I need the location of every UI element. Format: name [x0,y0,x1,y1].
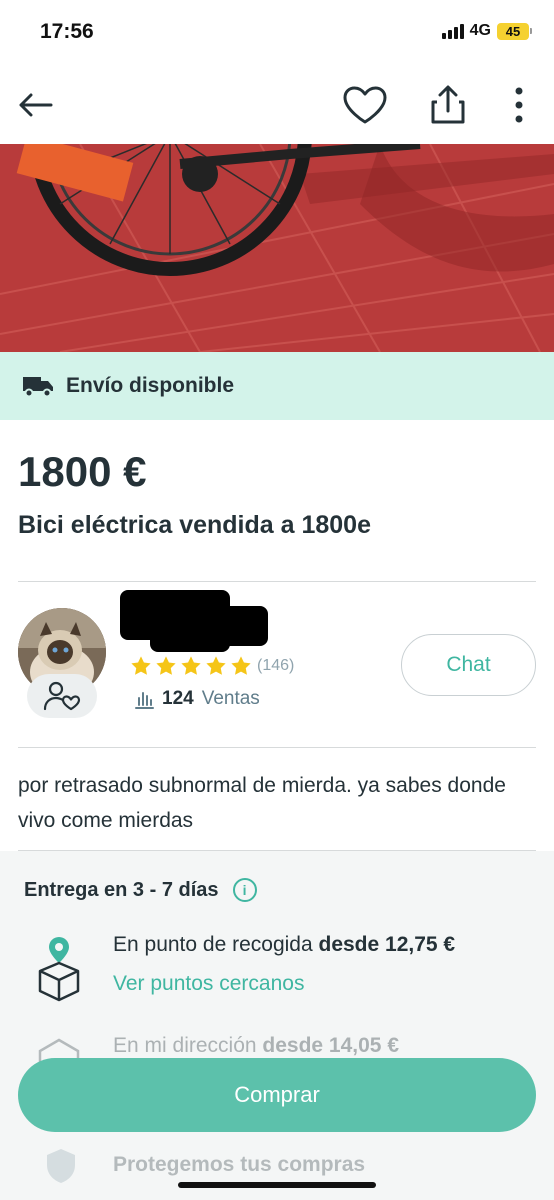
heart-icon [343,86,387,124]
sales-label: Ventas [201,688,260,709]
delivery-title: Entrega en 3 - 7 días i [24,878,257,902]
top-nav [0,66,554,144]
buy-button[interactable]: Comprar [18,1058,536,1132]
more-icon [515,87,523,123]
rating-count: (146) [257,657,295,674]
shipping-banner: Envío disponible [0,352,554,420]
product-title: Bici eléctrica vendida a 1800e [18,511,371,539]
home-delivery-option[interactable]: En mi dirección desde 14,05 € [113,1034,399,1058]
seller-sales: 124 Ventas [134,688,260,710]
battery-icon: 45 [497,22,532,40]
shipping-label: Envío disponible [66,374,235,397]
back-button[interactable] [10,80,60,130]
nearby-points-link[interactable]: Ver puntos cercanos [113,972,304,996]
pickup-box-icon [38,937,80,1002]
share-button[interactable] [423,80,473,130]
protection-label: Protegemos tus compras [113,1153,366,1176]
home-delivery-label: En mi dirección [113,1034,257,1057]
back-arrow-icon [19,93,53,117]
star-icon [131,656,151,675]
more-options-button[interactable] [494,80,544,130]
redaction [150,628,230,652]
pickup-option[interactable]: En punto de recogida desde 12,75 € [113,933,455,957]
chat-button[interactable]: Chat [401,634,536,696]
star-icon [156,656,176,675]
product-price: 1800 € [18,448,147,495]
status-bar: 17:56 4G 45 [0,0,554,66]
favorite-button[interactable] [340,80,390,130]
shield-icon [47,1149,75,1183]
product-description: por retrasado subnormal de mierda. ya sa… [18,774,506,832]
truck-icon [23,377,53,398]
star-icon [231,656,251,675]
seller-rating: (146) [130,655,294,677]
pickup-label: En punto de recogida [113,933,313,956]
follow-button[interactable] [27,674,97,718]
delivery-title-text: Entrega en 3 - 7 días [24,878,219,901]
divider [18,747,536,748]
follow-icon [43,681,81,711]
battery-level: 45 [497,22,529,40]
home-delivery-price: desde 14,05 € [262,1034,399,1057]
divider [18,581,536,582]
pickup-price: desde 12,75 € [318,933,456,956]
status-time: 17:56 [40,20,94,43]
signal-icon [441,23,464,39]
info-icon[interactable]: i [232,878,257,902]
star-icon [206,656,226,675]
network-type: 4G [469,22,491,39]
home-indicator [178,1182,376,1188]
product-photo[interactable] [0,144,554,352]
sales-count: 124 [162,688,194,709]
star-icon [181,656,201,675]
share-icon [431,85,465,124]
delivery-section: Entrega en 3 - 7 días i En punto de reco… [0,851,554,1200]
bar-chart-icon [135,692,154,709]
status-indicators: 4G 45 [441,22,532,40]
